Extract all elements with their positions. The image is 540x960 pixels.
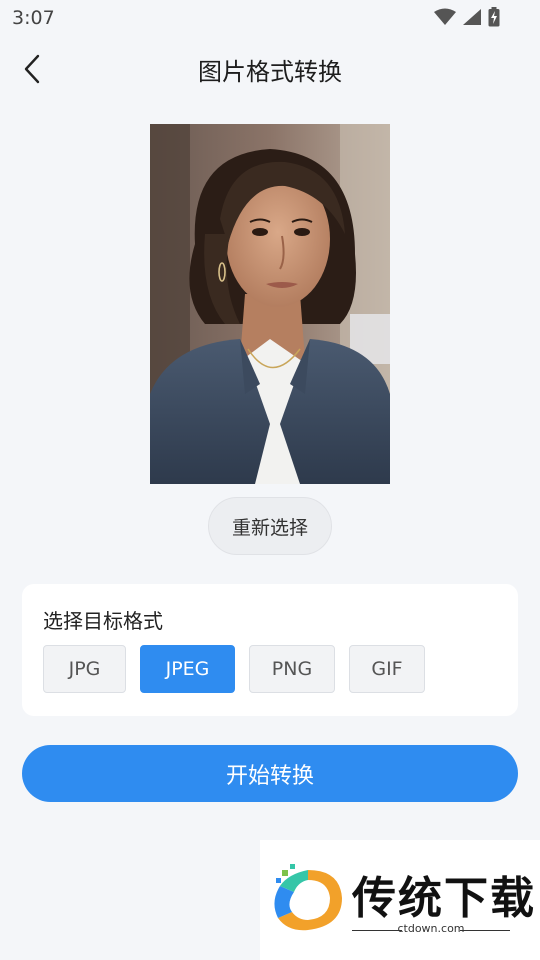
status-bar: 3:07 [0, 0, 540, 38]
watermark-brand: 传统下载 [352, 873, 536, 924]
cell-signal-icon [463, 9, 481, 25]
page-title: 图片格式转换 [198, 58, 342, 86]
format-card-title: 选择目标格式 [43, 609, 163, 633]
format-option-gif[interactable]: GIF [349, 645, 425, 693]
status-time: 3:07 [12, 7, 55, 29]
portrait-photo [150, 124, 390, 484]
wifi-icon [434, 8, 456, 25]
preview-image [150, 124, 390, 484]
reselect-button[interactable]: 重新选择 [208, 497, 332, 555]
app-bar: 图片格式转换 [0, 38, 540, 100]
watermark-logo-icon [274, 864, 342, 931]
status-icons [434, 7, 500, 27]
start-convert-button[interactable]: 开始转换 [22, 745, 518, 802]
watermark: 传统下载 ctdown.com [260, 840, 540, 960]
battery-charging-icon [488, 7, 500, 27]
format-option-png[interactable]: PNG [249, 645, 335, 693]
watermark-divider-right [460, 930, 510, 931]
format-card: 选择目标格式 JPG JPEG PNG GIF [22, 584, 518, 716]
format-option-jpg[interactable]: JPG [43, 645, 126, 693]
format-option-jpeg[interactable]: JPEG [140, 645, 235, 693]
watermark-domain: ctdown.com [397, 922, 465, 935]
